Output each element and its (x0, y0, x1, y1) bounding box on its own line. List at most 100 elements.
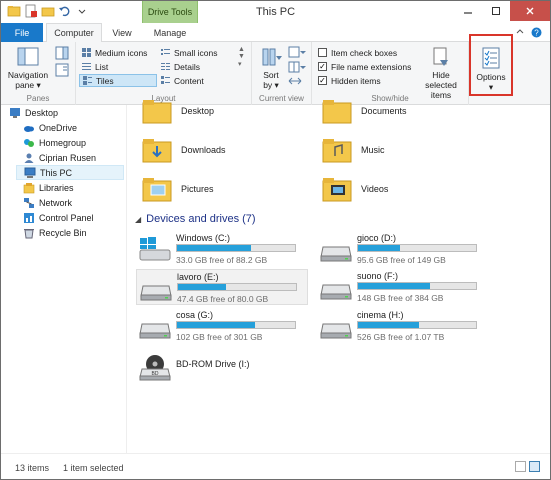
drive-i[interactable]: BD BD-ROM Drive (I:) (136, 349, 308, 385)
drive-usage-fill (177, 322, 255, 328)
drive-usage-bar (177, 283, 297, 291)
control-panel-icon (24, 212, 34, 223)
list-icon (82, 63, 91, 70)
content-pane: Desktop Documents Downloads Music Pictur… (126, 100, 550, 453)
item-check-boxes-toggle[interactable]: Item check boxes (318, 46, 397, 59)
homegroup-icon (24, 138, 34, 147)
options-highlight (469, 34, 513, 96)
hidden-items-checkbox[interactable]: ✓ (318, 76, 327, 85)
drive-d[interactable]: gioco (D:) 95.6 GB free of 149 GB (317, 231, 489, 267)
network-icon (24, 197, 34, 208)
nav-item-libraries[interactable]: Libraries (23, 180, 74, 195)
folder-videos[interactable]: Videos (321, 169, 388, 209)
music-folder-icon (322, 139, 352, 163)
drive-free-space: 102 GB free of 301 GB (176, 332, 263, 342)
drive-f[interactable]: suono (F:) 148 GB free of 384 GB (317, 269, 489, 305)
tab-view[interactable]: View (106, 23, 138, 42)
folder-label: Pictures (181, 184, 214, 194)
layout-content[interactable]: Content (160, 74, 204, 87)
tab-manage[interactable]: Manage (142, 23, 198, 42)
folder-downloads[interactable]: Downloads (141, 130, 226, 170)
nav-item-recycle-bin[interactable]: Recycle Bin (23, 225, 87, 240)
large-icons-view-button[interactable] (529, 461, 540, 472)
drive-free-space: 526 GB free of 1.07 TB (357, 332, 445, 342)
tab-computer[interactable]: Computer (46, 23, 102, 43)
tab-file[interactable]: File (1, 23, 43, 42)
small-icons-icon (161, 49, 170, 55)
tiles-icon (83, 76, 92, 85)
svg-text:?: ? (534, 29, 539, 38)
layout-tiles[interactable]: Tiles (79, 74, 157, 87)
navigation-pane-icon (17, 47, 39, 66)
drive-e[interactable]: lavoro (E:) 47.4 GB free of 80.0 GB (136, 269, 308, 305)
layout-content-label: Content (174, 75, 204, 86)
size-columns-button[interactable] (288, 75, 302, 89)
layout-scroll-controls[interactable]: ▲ ▼ ▾ (238, 46, 245, 68)
layout-small-icons[interactable]: Small icons (160, 46, 217, 59)
ribbon-help-controls: ? (515, 27, 542, 40)
layout-medium-icons-label: Medium icons (95, 47, 148, 58)
drive-name: cosa (G:) (176, 310, 214, 320)
item-check-boxes-checkbox[interactable] (318, 48, 327, 57)
drive-name: suono (F:) (357, 271, 399, 281)
drive-c[interactable]: Windows (C:) 33.0 GB free of 88.2 GB (136, 231, 308, 267)
explorer-window: Drive Tools This PC File Computer View M… (0, 0, 551, 480)
hidden-items-toggle[interactable]: ✓ Hidden items (318, 74, 381, 87)
folder-documents[interactable]: Documents (321, 91, 407, 131)
details-view-button[interactable] (515, 461, 526, 472)
nav-item-control-panel[interactable]: Control Panel (23, 210, 94, 225)
layout-list[interactable]: List (81, 60, 159, 73)
details-pane-button[interactable] (55, 63, 69, 79)
videos-folder-icon (322, 178, 352, 202)
drive-usage-fill (358, 322, 420, 328)
folder-label: Videos (361, 184, 389, 194)
nav-item-label: Network (39, 197, 73, 208)
hard-drive-icon (139, 323, 171, 339)
navigation-pane-label: Navigation (7, 70, 49, 80)
layout-medium-icons[interactable]: Medium icons (81, 46, 159, 59)
nav-item-homegroup[interactable]: Homegroup (23, 135, 86, 150)
nav-item-user[interactable]: Ciprian Rusen (23, 150, 96, 165)
drive-h[interactable]: cinema (H:) 526 GB free of 1.07 TB (317, 308, 489, 344)
minimize-button[interactable] (454, 1, 482, 21)
maximize-button[interactable] (482, 1, 510, 21)
navigation-pane-button[interactable]: Navigation pane ▾ (5, 46, 51, 90)
drive-g[interactable]: cosa (G:) 102 GB free of 301 GB (136, 308, 308, 344)
folder-music[interactable]: Music (321, 130, 385, 170)
content-icon (161, 76, 170, 84)
ribbon-tabs: File Computer View Manage ? (1, 23, 550, 43)
sort-by-button[interactable]: Sort by ▾ (258, 46, 284, 90)
item-check-boxes-label: Item check boxes (331, 47, 398, 58)
nav-item-onedrive[interactable]: OneDrive (23, 120, 77, 135)
hard-drive-icon (320, 284, 352, 300)
nav-item-desktop[interactable]: Desktop (9, 105, 58, 120)
nav-item-network[interactable]: Network (23, 195, 72, 210)
expand-ribbon-icon[interactable] (515, 27, 525, 40)
layout-list-label: List (95, 61, 109, 72)
drive-free-space: 33.0 GB free of 88.2 GB (176, 255, 268, 265)
size-columns-icon (288, 77, 302, 85)
add-columns-button[interactable] (288, 61, 306, 75)
navigation-pane: Desktop OneDrive Homegroup Ciprian Rusen… (1, 105, 126, 453)
file-name-extensions-checkbox[interactable]: ✓ (318, 62, 327, 71)
file-name-extensions-toggle[interactable]: ✓ File name extensions (318, 60, 411, 73)
item-count: 13 items (15, 463, 50, 473)
folder-icon (142, 100, 172, 124)
help-icon[interactable]: ? (531, 27, 542, 40)
title-bar: Drive Tools This PC (1, 1, 550, 23)
folder-label: Downloads (181, 145, 226, 155)
drive-usage-fill (177, 245, 252, 251)
windows-drive-icon (139, 237, 171, 261)
preview-pane-button[interactable] (55, 46, 69, 62)
nav-item-label: Homegroup (39, 137, 87, 148)
recycle-bin-icon (24, 228, 34, 238)
collapse-icon[interactable]: ◢ (135, 215, 141, 224)
devices-section-header[interactable]: ◢ Devices and drives (7) (135, 213, 256, 225)
nav-item-this-pc[interactable]: This PC (16, 165, 124, 180)
layout-details[interactable]: Details (160, 60, 200, 73)
close-button[interactable] (510, 1, 550, 21)
group-by-button[interactable] (288, 46, 306, 60)
folder-pictures[interactable]: Pictures (141, 169, 214, 209)
hide-selected-items-button[interactable]: Hide selected items (416, 46, 466, 100)
folder-desktop[interactable]: Desktop (141, 91, 214, 131)
